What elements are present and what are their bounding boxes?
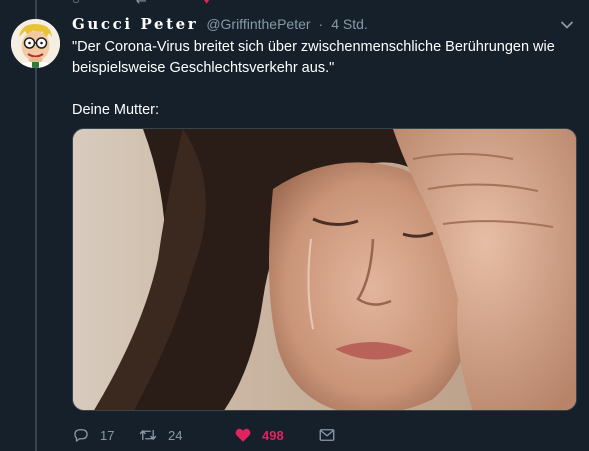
reply-count: 17 <box>100 427 115 443</box>
previous-tweet-actions: ○ ⇄ ♥ <box>72 0 211 7</box>
retweet-icon <box>139 429 157 441</box>
like-count: 498 <box>262 427 284 443</box>
tweet-text-line2: Deine Mutter: <box>72 102 160 118</box>
reply-icon <box>74 429 88 442</box>
like-button[interactable]: 498 <box>234 426 318 444</box>
envelope-icon <box>319 429 335 441</box>
tweet-header: Gucci Peter @GriffinthePeter · 4 Std. <box>72 15 549 35</box>
chevron-down-icon[interactable] <box>560 18 574 32</box>
direct-message-button[interactable] <box>318 426 336 444</box>
retweet-button[interactable]: 24 <box>138 426 234 444</box>
tweet-text-quote: "Der Corona-Virus breitet sich über zwis… <box>72 39 555 76</box>
tweet-photo[interactable] <box>72 128 577 411</box>
avatar[interactable] <box>11 19 60 68</box>
reply-icon[interactable]: ○ <box>72 0 80 7</box>
cartoon-avatar-image <box>11 19 60 68</box>
tweet-actions: 17 24 498 <box>72 424 336 446</box>
separator-dot: · <box>318 16 324 32</box>
retweet-icon[interactable]: ⇄ <box>136 0 147 7</box>
retweet-count: 24 <box>168 427 183 443</box>
timestamp[interactable]: 4 Std. <box>331 16 368 32</box>
tweet-text: "Der Corona-Virus breitet sich über zwis… <box>72 37 577 121</box>
heart-icon <box>235 428 251 442</box>
user-handle[interactable]: @GriffinthePeter <box>206 16 310 32</box>
reply-button[interactable]: 17 <box>72 426 138 444</box>
crying-woman-photo <box>73 129 576 410</box>
display-name[interactable]: Gucci Peter <box>72 15 198 33</box>
heart-icon[interactable]: ♥ <box>203 0 211 7</box>
